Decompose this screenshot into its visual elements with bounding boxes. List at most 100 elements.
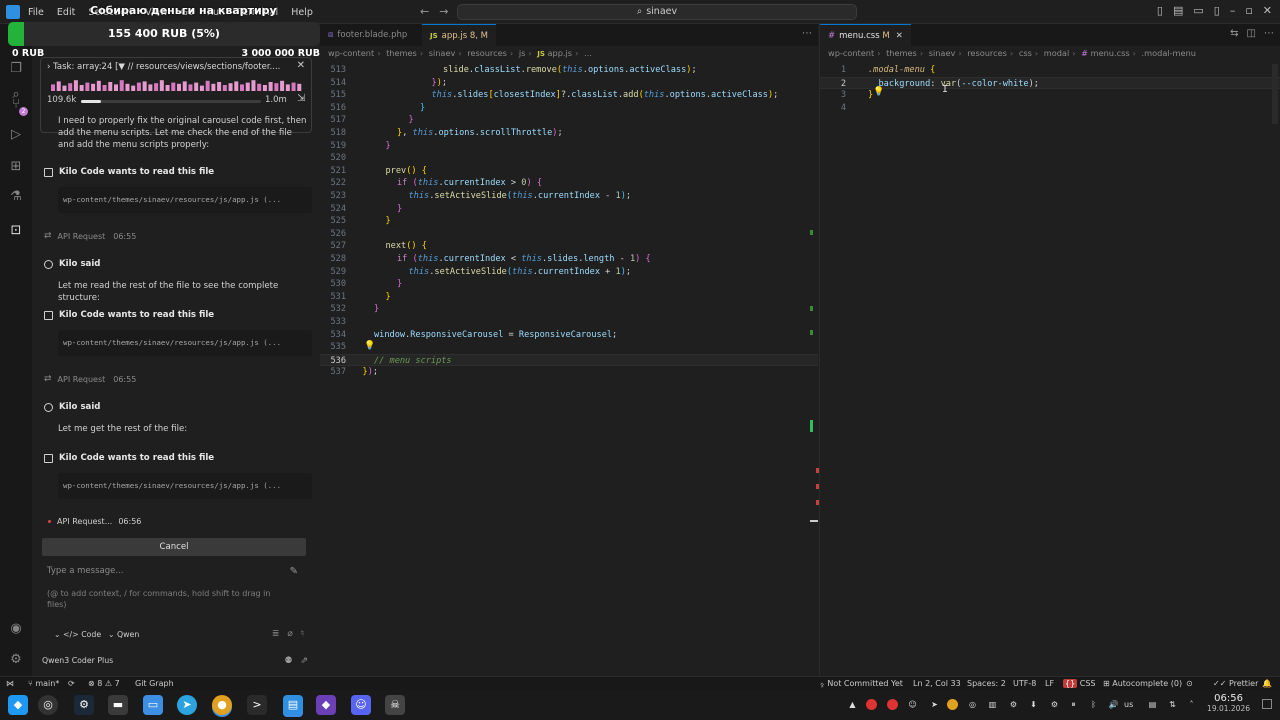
testing-icon[interactable]: ⚗: [7, 188, 25, 206]
code-line[interactable]: 1 .modal-menu {: [820, 64, 1280, 77]
code-line[interactable]: 530}: [320, 278, 818, 291]
tray-pause-icon[interactable]: ⏸: [1068, 699, 1079, 710]
code-line[interactable]: 536// menu scripts: [320, 353, 818, 367]
vscode-icon[interactable]: ▤: [283, 695, 303, 715]
minimize-icon[interactable]: –: [1230, 4, 1236, 17]
tray-settings-icon[interactable]: ⚙: [1049, 699, 1060, 710]
breadcrumb-item[interactable]: wp-content: [828, 48, 874, 58]
share-icon[interactable]: ⇗: [300, 656, 308, 666]
game-icon[interactable]: ☠: [385, 695, 405, 715]
telegram-icon[interactable]: ➤: [177, 695, 197, 715]
command-center-search[interactable]: ⌕ sinaev: [457, 4, 857, 20]
tray-vpn-icon[interactable]: ◎: [967, 699, 978, 710]
code-line[interactable]: 526: [320, 228, 818, 241]
stack-icon[interactable]: ≣: [272, 629, 280, 639]
tray-network-icon[interactable]: ⇅: [1167, 699, 1178, 710]
code-line[interactable]: 533: [320, 316, 818, 329]
breadcrumb-item[interactable]: js: [519, 48, 526, 58]
scrollbar-thumb[interactable]: [1272, 64, 1278, 124]
cancel-button[interactable]: Cancel: [42, 538, 306, 556]
settings-icon[interactable]: ⚙: [7, 651, 25, 669]
tray-volume-icon[interactable]: 🔊: [1108, 699, 1119, 710]
tray-expand-icon[interactable]: ˄: [1186, 699, 1197, 710]
code-line[interactable]: 519}: [320, 140, 818, 153]
collapse-icon[interactable]: ⇲: [297, 93, 305, 104]
breadcrumb-item[interactable]: app.js: [548, 48, 573, 58]
code-line[interactable]: 525}: [320, 215, 818, 228]
api-config-selector[interactable]: ⌄ Qwen: [108, 630, 139, 639]
more-actions-icon[interactable]: ⋯: [1264, 28, 1274, 39]
file-path-box[interactable]: wp-content/themes/sinaev/resources/js/ap…: [58, 187, 312, 213]
close-window-icon[interactable]: ✕: [1263, 4, 1272, 17]
breadcrumb-item[interactable]: .modal-menu: [1142, 48, 1196, 58]
api-request-row[interactable]: ⇄ API Request 06:55: [44, 231, 136, 241]
tray-steam-icon[interactable]: ⚙: [1008, 699, 1019, 710]
run-debug-icon[interactable]: ▷: [7, 126, 25, 144]
breadcrumb-item[interactable]: themes: [386, 48, 417, 58]
microphone-icon[interactable]: ♮: [301, 629, 304, 639]
eol[interactable]: LF: [1045, 679, 1054, 688]
encoding[interactable]: UTF-8: [1013, 679, 1036, 688]
forward-arrow-icon[interactable]: →: [439, 5, 448, 18]
code-line[interactable]: 3}: [820, 89, 1280, 102]
chevron-right-icon[interactable]: ›: [47, 62, 50, 72]
prettier-status[interactable]: ✓✓ Prettier: [1213, 679, 1258, 688]
code-line[interactable]: 523 this.setActiveSlide(this.currentIndex…: [320, 190, 818, 203]
breadcrumb-item[interactable]: resources: [467, 48, 507, 58]
konsole-icon[interactable]: >: [247, 695, 267, 715]
tab-footer-blade[interactable]: ⧈ footer.blade.php: [320, 24, 415, 46]
task-title[interactable]: › Task: array:24 [▼ // resources/views/s…: [47, 62, 293, 72]
tray-record-icon[interactable]: [866, 699, 877, 710]
kilo-panel-icon[interactable]: ⊡: [7, 222, 25, 240]
tray-chrome-icon[interactable]: [947, 699, 958, 710]
tray-bluetooth-icon[interactable]: ᛒ: [1088, 699, 1099, 710]
broadcast-icon[interactable]: ⊙: [1186, 679, 1193, 688]
cursor-position[interactable]: Ln 2, Col 33: [913, 679, 961, 688]
git-blame[interactable]: ⍚ Not Committed Yet: [820, 679, 903, 689]
tray-alert-icon[interactable]: [887, 699, 898, 710]
code-line[interactable]: 535: [320, 341, 818, 354]
code-line[interactable]: 534 window.ResponsiveCarousel = Responsiv…: [320, 329, 818, 342]
breadcrumb-item[interactable]: sinaev: [429, 48, 456, 58]
notifications-icon[interactable]: 🔔: [1262, 679, 1272, 688]
more-actions-icon[interactable]: ⋯: [802, 28, 812, 39]
layout-icon[interactable]: ▯: [1157, 4, 1163, 17]
code-line[interactable]: 532}: [320, 303, 818, 316]
chrome-icon[interactable]: ●: [212, 695, 232, 715]
file-path-box[interactable]: wp-content/themes/sinaev/resources/js/ap…: [58, 473, 312, 499]
tab-menu-css[interactable]: # menu.css M ✕: [820, 24, 911, 46]
problems-indicator[interactable]: ⊗ 8 ⚠ 7: [88, 679, 120, 688]
robot-icon[interactable]: ⚉: [284, 656, 292, 666]
tray-clipboard-icon[interactable]: ▤: [1147, 699, 1158, 710]
code-line[interactable]: 537});: [320, 366, 818, 379]
tab-app-js[interactable]: JS app.js 8, M: [422, 24, 497, 46]
breadcrumb-item[interactable]: resources: [967, 48, 1007, 58]
code-line[interactable]: 522 if (this.currentIndex > 0) {: [320, 177, 818, 190]
extensions-icon[interactable]: ⊞: [7, 158, 25, 176]
code-line[interactable]: 521 prev() {: [320, 165, 818, 178]
breadcrumb-item[interactable]: ...: [584, 48, 592, 58]
code-line[interactable]: 516}: [320, 102, 818, 115]
tray-tasks-icon[interactable]: ▥: [987, 699, 998, 710]
code-line[interactable]: 518}, this.options.scrollThrottle);: [320, 127, 818, 140]
file-path-box[interactable]: wp-content/themes/sinaev/resources/js/ap…: [58, 330, 312, 356]
breadcrumb-item[interactable]: menu.css: [1091, 48, 1130, 58]
remote-icon[interactable]: ⋈: [6, 679, 14, 688]
toggle-secondary-sidebar-icon[interactable]: ▯: [1214, 4, 1220, 17]
code-line[interactable]: 520: [320, 152, 818, 165]
terminal-icon[interactable]: ▬: [108, 695, 128, 715]
breadcrumb-item[interactable]: sinaev: [929, 48, 956, 58]
code-line[interactable]: 4: [820, 102, 1280, 115]
tray-recorder-icon[interactable]: ▲: [847, 699, 858, 710]
explorer-icon[interactable]: ❐: [7, 60, 25, 78]
lightbulb-icon[interactable]: 💡: [873, 87, 884, 97]
code-line[interactable]: 515 this.slides[closestIndex]?.classList.…: [320, 89, 818, 102]
indentation[interactable]: Spaces: 2: [967, 679, 1006, 688]
account-icon[interactable]: ◉: [7, 620, 25, 638]
discord-icon[interactable]: ☺: [351, 695, 371, 715]
sync-icon[interactable]: ⟳: [68, 679, 75, 688]
tray-telegram-icon[interactable]: ➤: [929, 699, 940, 710]
show-desktop-icon[interactable]: [1262, 699, 1272, 709]
lightbulb-icon[interactable]: 💡: [364, 341, 375, 351]
mode-selector[interactable]: ⌄ </> Code: [54, 630, 101, 639]
